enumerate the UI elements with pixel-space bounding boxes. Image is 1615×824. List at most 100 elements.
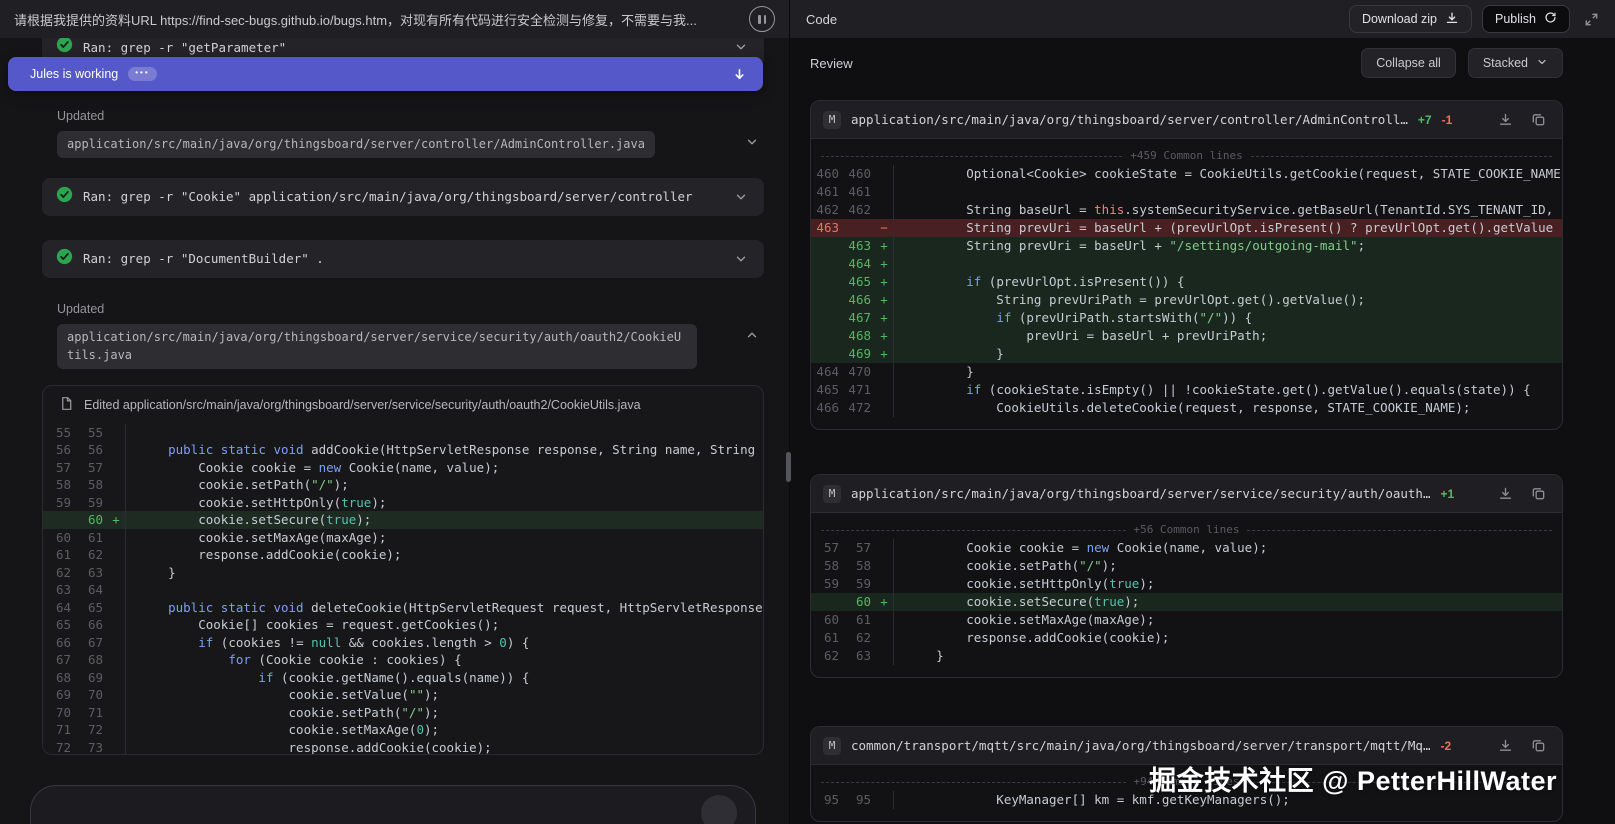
file-chip-row: application/src/main/java/org/thingsboar… [57, 323, 761, 369]
file-card-header[interactable]: M application/src/main/java/org/thingsbo… [811, 101, 1562, 139]
diff-line-context: 70 71 cookie.setPath("/"); [43, 703, 763, 722]
file-card-cookieutils: M application/src/main/java/org/thingsbo… [810, 474, 1563, 678]
file-path: application/src/main/java/org/thingsboar… [851, 112, 1408, 127]
diff-line-add: 60 + cookie.setSecure(true); [43, 511, 763, 529]
diff-line-context: 55 55 [43, 423, 763, 442]
modified-badge: M [823, 110, 841, 129]
diff-line-context: 56 56 public static void addCookie(HttpSe… [43, 441, 763, 459]
diff-line-add: 466 + String prevUriPath = prevUrlOpt.get… [811, 291, 1562, 309]
edit-diff-card: Edited application/src/main/java/org/thi… [42, 384, 764, 755]
diff-line-context: 61 62 response.addCookie(cookie); [811, 629, 1562, 647]
diff-line-context: 62 63 } [811, 647, 1562, 665]
copy-icon[interactable] [1527, 734, 1550, 757]
chat-panel: Ran: grep -r "getParameter" Jules is wor… [0, 38, 789, 824]
diff-line-context: 65 66 Cookie[] cookies = request.getCooki… [43, 616, 763, 634]
file-diff: +56 Common lines 57 57 Cookie cookie = new… [811, 513, 1562, 677]
check-icon [56, 248, 73, 270]
deletions-count: -1 [1441, 112, 1453, 127]
review-header: Review Collapse all Stacked [810, 38, 1563, 88]
file-diff: +459 Common lines 460 460 Optional<Cookie>… [811, 139, 1562, 429]
watermark: 掘金技术社区 @ PetterHillWater [1149, 766, 1557, 796]
diff-line-context: 66 67 if (cookies != null && cookies.leng… [43, 633, 763, 652]
file-chip-cookieutils[interactable]: application/src/main/java/org/thingsboar… [57, 323, 697, 369]
code-column: Code Download zip Publish Review Collaps… [790, 0, 1615, 824]
step-grep-documentbuilder[interactable]: Ran: grep -r "DocumentBuilder" . [42, 239, 764, 278]
diff-line-context: 466 472 CookieUtils.deleteCookie(request,… [811, 399, 1562, 417]
scroll-to-bottom-button[interactable] [730, 65, 749, 84]
diff-line-context: 64 65 public static void deleteCookie(Htt… [55, 598, 763, 617]
diff-line-context: 58 58 cookie.setPath("/"); [811, 557, 1562, 575]
step-label: Ran: grep -r "DocumentBuilder" . [83, 251, 324, 267]
working-status-banner: Jules is working ••• [8, 57, 763, 91]
diff-line-add: 467 + if (prevUriPath.startsWith("/")) { [811, 309, 1562, 327]
panel-resize-handle[interactable] [786, 452, 791, 482]
diff-line-context: 68 69 if (cookie.getName().equals(name)) … [43, 668, 763, 687]
diff-line-context: 72 73 response.addCookie(cookie); [43, 738, 763, 754]
pause-button[interactable] [749, 6, 775, 32]
diff-line-context: 71 72 cookie.setMaxAge(0); [43, 721, 763, 739]
diff-line-context: 465 471 if (cookieState.isEmpty() || !coo… [811, 381, 1562, 399]
diff-line-add: 468 + prevUri = baseUrl + prevUriPath; [811, 327, 1562, 345]
copy-icon[interactable] [1527, 108, 1550, 131]
download-icon[interactable] [1494, 482, 1517, 505]
diff-line-add: 464 + [811, 255, 1562, 273]
file-path: common/transport/mqtt/src/main/java/org/… [851, 738, 1431, 753]
chevron-down-icon [1536, 56, 1548, 71]
task-prompt: 请根据我提供的资料URL https://find-sec-bugs.githu… [14, 12, 697, 28]
step-label: Ran: grep -r "Cookie" application/src/ma… [83, 189, 693, 205]
updated-label: Updated [57, 301, 105, 316]
review-title: Review [810, 55, 853, 71]
diff-line-context: 59 59 cookie.setHttpOnly(true); [43, 493, 763, 512]
diff-line-add: 465 + if (prevUrlOpt.isPresent()) { [811, 273, 1562, 291]
chevron-down-icon[interactable] [743, 133, 761, 151]
task-header: 请根据我提供的资料URL https://find-sec-bugs.githu… [0, 0, 789, 38]
app-window: 请根据我提供的资料URL https://find-sec-bugs.githu… [0, 0, 1615, 824]
additions-count: +7 [1417, 112, 1432, 127]
code-panel-title: Code [806, 11, 838, 27]
diff-line-context: 60 61 cookie.setMaxAge(maxAge); [811, 611, 1562, 629]
step-grep-cookie[interactable]: Ran: grep -r "Cookie" application/src/ma… [42, 177, 764, 216]
diff-line-add: 469 + } [811, 345, 1562, 363]
expand-icon[interactable] [1580, 8, 1603, 31]
message-input[interactable] [30, 785, 756, 824]
diff-line-context: 464 470 } [811, 363, 1562, 381]
publish-sync-icon [1544, 11, 1557, 27]
deletions-count: -2 [1440, 738, 1452, 753]
diff-line-context: 59 59 cookie.setHttpOnly(true); [811, 575, 1562, 593]
chevron-up-icon[interactable] [743, 326, 761, 344]
send-button[interactable] [701, 795, 737, 824]
updated-label: Updated [57, 109, 105, 123]
common-lines-separator: +459 Common lines [811, 147, 1562, 165]
file-card-header[interactable]: M application/src/main/java/org/thingsbo… [811, 475, 1562, 513]
loading-dots: ••• [128, 67, 157, 81]
download-zip-button[interactable]: Download zip [1348, 5, 1472, 33]
chevron-down-icon[interactable] [732, 38, 750, 56]
chat-column: 请根据我提供的资料URL https://find-sec-bugs.githu… [0, 0, 790, 824]
diff-line-add: 463 + String prevUri = baseUrl + "/settin… [811, 237, 1562, 255]
collapse-all-button[interactable]: Collapse all [1361, 48, 1456, 78]
copy-icon[interactable] [1527, 482, 1550, 505]
diff-line-context: 461 461 [811, 183, 1562, 201]
chevron-down-icon[interactable] [732, 250, 750, 268]
edit-diff-header[interactable]: Edited application/src/main/java/org/thi… [43, 386, 763, 424]
edit-diff-body: 55 55 56 56 public static void addCookie(Ht… [43, 423, 763, 754]
file-chip-row: application/src/main/java/org/thingsboar… [57, 131, 761, 158]
diff-line-del: 463− String prevUri = baseUrl + (prevUrl… [811, 219, 1562, 237]
download-icon[interactable] [1494, 108, 1517, 131]
review-panel: Review Collapse all Stacked M applicatio… [790, 38, 1615, 824]
modified-badge: M [823, 736, 841, 755]
publish-button[interactable]: Publish [1482, 5, 1570, 33]
code-header: Code Download zip Publish [790, 0, 1615, 38]
edit-diff-title: Edited application/src/main/java/org/thi… [84, 397, 641, 412]
stacked-dropdown[interactable]: Stacked [1467, 48, 1563, 78]
diff-line-context: 57 57 Cookie cookie = new Cookie(name, va… [811, 539, 1562, 557]
diff-line-add: 60 + cookie.setSecure(true); [811, 593, 1562, 611]
download-icon[interactable] [1494, 734, 1517, 757]
step-label: Ran: grep -r "getParameter" [83, 39, 287, 55]
chevron-down-icon[interactable] [732, 188, 750, 206]
file-chip-admincontroller[interactable]: application/src/main/java/org/thingsboar… [57, 131, 655, 158]
diff-line-context: 69 70 cookie.setValue(""); [43, 686, 763, 704]
common-lines-separator: +56 Common lines [811, 521, 1562, 539]
diff-line-context: 60 61 cookie.setMaxAge(maxAge); [43, 528, 763, 547]
check-icon [56, 38, 73, 58]
